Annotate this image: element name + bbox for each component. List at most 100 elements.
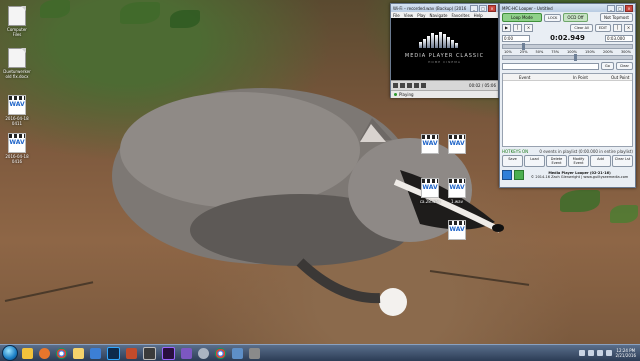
next-button[interactable] <box>421 83 426 88</box>
stop-button[interactable] <box>407 83 412 88</box>
maximize-button[interactable]: □ <box>479 4 487 12</box>
tray-icon[interactable] <box>588 350 595 356</box>
clear-list-button[interactable]: Clear Lst <box>612 155 633 167</box>
clock-date: 2/21/2016 <box>615 353 636 358</box>
play-pause-icon[interactable]: ▶ <box>502 24 511 32</box>
start-button-icon[interactable] <box>2 345 18 361</box>
chrome-icon[interactable] <box>56 347 67 359</box>
close-button[interactable]: × <box>488 4 496 12</box>
desktop-icon[interactable]: WAV <box>443 134 471 155</box>
tray-icon[interactable] <box>579 350 586 356</box>
hotkeys-status[interactable]: HOTKEYS ON <box>502 149 528 154</box>
mpc-title-bar[interactable]: Wi-Fi – recorded.wav (Backup) [2016 _ □ … <box>391 4 498 12</box>
column-in-point[interactable]: In Point <box>571 75 609 80</box>
desktop-icon[interactable]: WAV ca.28.wav <box>416 178 444 204</box>
minimize-button[interactable]: _ <box>470 4 478 12</box>
close-button[interactable]: × <box>625 4 633 12</box>
clear-icon[interactable]: × <box>524 24 533 32</box>
edit-button[interactable]: EDIT <box>594 24 611 32</box>
mpc-controls: 00:02 / 05:06 <box>391 80 498 90</box>
load-button[interactable]: Load <box>524 155 545 167</box>
wav-file-icon: WAV <box>448 178 466 198</box>
speed-preset[interactable]: 50% <box>536 50 544 54</box>
desktop-icon[interactable]: Computer Files <box>3 6 31 37</box>
donate-icon[interactable] <box>514 170 524 180</box>
play-button[interactable] <box>393 83 398 88</box>
menu-navigate[interactable]: Navigate <box>430 13 448 18</box>
app-icon[interactable] <box>181 347 192 359</box>
speed-preset[interactable]: 300% <box>621 50 631 54</box>
ocd-off-button[interactable]: OCD Off <box>563 13 588 22</box>
desktop-icon[interactable]: WAV 2016-04-18 0416 <box>3 133 31 164</box>
event-name-field[interactable] <box>502 62 599 70</box>
save-button[interactable]: Save <box>502 155 523 167</box>
video-icon[interactable] <box>126 347 137 359</box>
position-slider[interactable] <box>502 43 633 50</box>
taskbar: 12:24 PM 2/21/2016 <box>0 344 640 361</box>
menu-help[interactable]: Help <box>474 13 483 18</box>
chrome-icon[interactable] <box>215 347 226 359</box>
speed-preset[interactable]: 150% <box>585 50 595 54</box>
wav-file-icon: WAV <box>448 134 466 154</box>
settings-icon[interactable] <box>198 347 209 359</box>
clear-out-icon[interactable]: × <box>624 24 633 32</box>
menu-play[interactable]: Play <box>417 13 425 18</box>
column-event[interactable]: Event <box>517 75 571 80</box>
prev-button[interactable] <box>414 83 419 88</box>
desktop-icon[interactable]: WAV <box>443 220 471 241</box>
photoshop-icon[interactable] <box>107 346 120 360</box>
mpc-logo-title: MEDIA PLAYER CLASSIC <box>404 53 485 59</box>
looper-window-title: MPC-HC Looper - Untitled <box>502 5 553 11</box>
about-copyright[interactable]: © 2014-16 Zach Glenwright | www.guiltyse… <box>526 175 633 180</box>
folder-icon[interactable] <box>73 347 84 359</box>
desktop-icon[interactable]: WAV 2016-04-18 0411 <box>3 95 31 126</box>
speed-slider[interactable] <box>502 54 633 61</box>
menu-favorites[interactable]: Favorites <box>452 13 470 18</box>
add-button[interactable]: Add <box>590 155 611 167</box>
menu-view[interactable]: View <box>404 13 414 18</box>
out-time-field[interactable]: 0:03.000 <box>605 34 633 42</box>
minimize-button[interactable]: _ <box>607 4 615 12</box>
premiere-icon[interactable] <box>162 346 175 360</box>
column-out-point[interactable]: Out Point <box>609 75 629 80</box>
clear-all-button[interactable]: Clear All <box>570 24 593 32</box>
set-in-icon[interactable]: [ <box>513 24 522 32</box>
wav-file-icon: WAV <box>8 95 26 115</box>
clock[interactable]: 12:24 PM 2/21/2016 <box>615 348 636 358</box>
window-icon[interactable] <box>232 347 243 359</box>
set-out-icon[interactable]: ] <box>613 24 622 32</box>
go-button[interactable]: Go <box>600 62 614 70</box>
pause-button[interactable] <box>400 83 405 88</box>
events-table[interactable]: Event In Point Out Point <box>502 73 633 147</box>
media-icon[interactable] <box>90 347 101 359</box>
maximize-button[interactable]: □ <box>616 4 624 12</box>
desktop-icon[interactable]: WAV <box>416 134 444 155</box>
explorer-icon[interactable] <box>22 347 33 359</box>
wav-file-icon: WAV <box>8 133 26 153</box>
loop-mode-button[interactable]: Loop Mode <box>502 13 542 22</box>
in-time-field[interactable]: 0:00 <box>502 34 530 42</box>
modify-event-button[interactable]: Modify Event <box>568 155 589 167</box>
position-slider-knob[interactable] <box>522 43 526 50</box>
misc-icon[interactable] <box>249 347 260 359</box>
delete-event-button[interactable]: Delete Event <box>546 155 567 167</box>
network-icon[interactable] <box>597 350 604 356</box>
looper-title-bar[interactable]: MPC-HC Looper - Untitled _ □ × <box>500 4 635 12</box>
mpc-video-area[interactable]: MEDIA PLAYER CLASSIC HOME CINEMA <box>391 18 498 80</box>
clear-button[interactable]: Clear <box>615 62 633 70</box>
playing-indicator-icon <box>394 93 397 96</box>
lock-button[interactable]: LOCK <box>544 13 562 22</box>
mpc-icon[interactable] <box>143 346 156 360</box>
desktop-icon[interactable]: WAV 1.wav <box>443 178 471 204</box>
speed-preset[interactable]: 200% <box>603 50 613 54</box>
speed-preset[interactable]: 75% <box>551 50 559 54</box>
not-topmost-button[interactable]: Not Topmost <box>599 13 633 22</box>
firefox-icon[interactable] <box>39 347 50 359</box>
volume-icon[interactable] <box>606 350 613 356</box>
speed-preset[interactable]: 10% <box>504 50 512 54</box>
speed-preset[interactable]: 25% <box>520 50 528 54</box>
speed-slider-knob[interactable] <box>573 54 577 61</box>
desktop-icon-label: ca.28.wav <box>419 199 441 204</box>
desktop-icon[interactable]: Dueturwerker old fix.docx <box>3 48 31 79</box>
menu-file[interactable]: File <box>393 13 400 18</box>
